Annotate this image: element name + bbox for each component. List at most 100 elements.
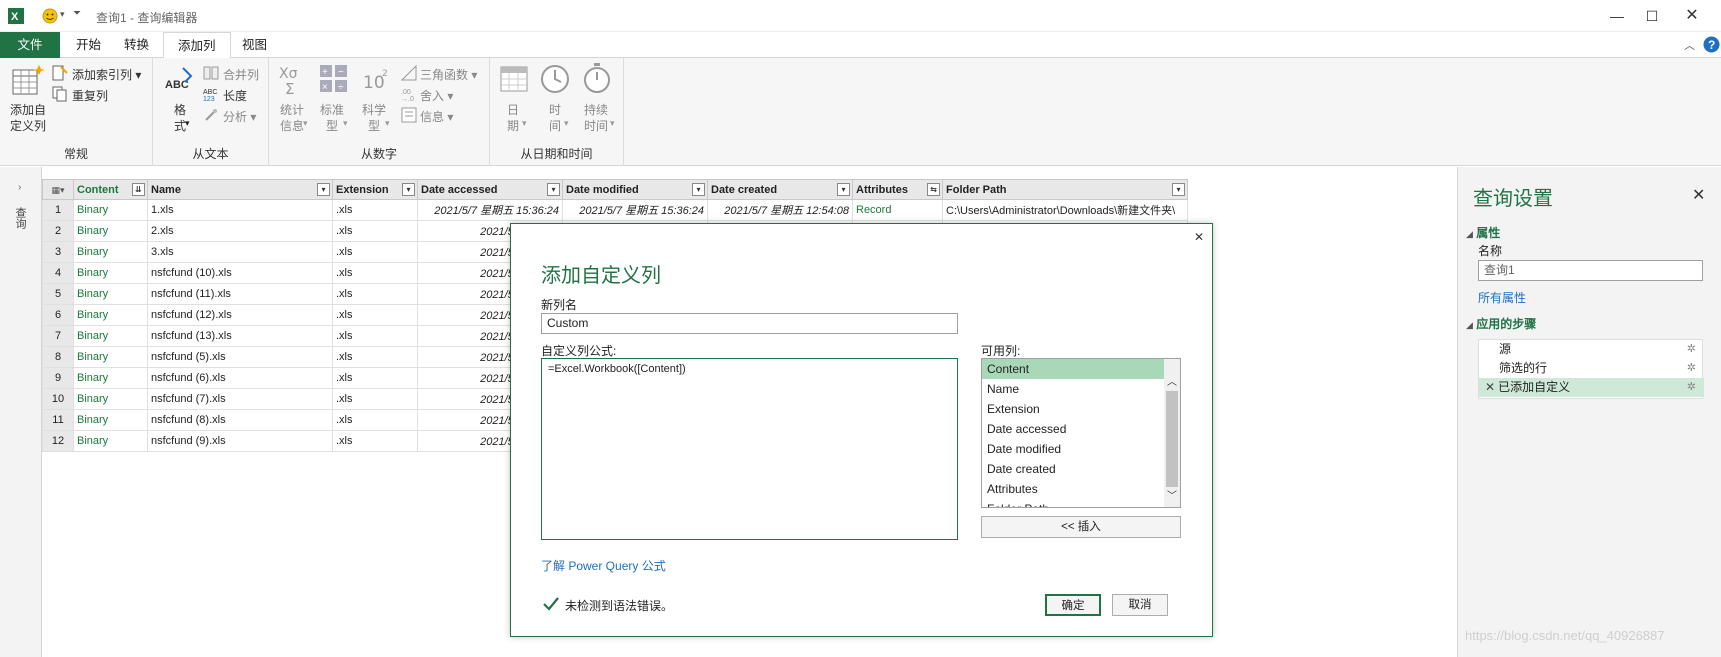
properties-section[interactable]: ◢ 属性 xyxy=(1466,224,1500,241)
cell-content[interactable]: Binary xyxy=(73,388,148,410)
filter-dropdown-icon[interactable]: ▾ xyxy=(692,183,705,196)
cell-name[interactable]: nsfcfund (8).xls xyxy=(147,409,333,431)
cell-extension[interactable]: .xls xyxy=(332,241,418,263)
scroll-thumb[interactable] xyxy=(1166,391,1178,487)
new-column-name-input[interactable]: Custom xyxy=(541,313,958,334)
available-column-item[interactable]: Content xyxy=(982,359,1165,379)
column-header-extension[interactable]: Extension ▾ xyxy=(332,179,418,200)
duplicate-column-button[interactable]: 重复列 xyxy=(72,87,108,104)
cell-content[interactable]: Binary xyxy=(73,304,148,326)
cell-name[interactable]: nsfcfund (12).xls xyxy=(147,304,333,326)
length-button[interactable]: 长度 xyxy=(223,87,247,104)
gear-icon[interactable]: ✲ xyxy=(1687,359,1696,378)
information-button[interactable]: 信息 ▾ xyxy=(420,108,453,125)
cell-extension[interactable]: .xls xyxy=(332,304,418,326)
cell-content[interactable]: Binary xyxy=(73,283,148,305)
available-column-item[interactable]: Folder Path xyxy=(982,499,1165,507)
gear-icon[interactable]: ✲ xyxy=(1687,378,1696,397)
column-header-content[interactable]: Content ⇊ xyxy=(73,179,148,200)
filter-dropdown-icon[interactable]: ▾ xyxy=(837,183,850,196)
expand-record-icon[interactable]: ⇆ xyxy=(927,183,940,196)
filter-dropdown-icon[interactable]: ▾ xyxy=(547,183,560,196)
column-header-attributes[interactable]: Attributes ⇆ xyxy=(852,179,943,200)
cell-content[interactable]: Binary xyxy=(73,262,148,284)
column-header-date-accessed[interactable]: Date accessed ▾ xyxy=(417,179,563,200)
query-name-input[interactable]: 查询1 xyxy=(1478,260,1703,281)
available-columns-list[interactable]: Content Name Extension Date accessed Date mo… xyxy=(981,358,1181,508)
cell-content[interactable]: Binary xyxy=(73,430,148,452)
dialog-close-icon[interactable]: ✕ xyxy=(1194,230,1204,244)
cell-name[interactable]: nsfcfund (13).xls xyxy=(147,325,333,347)
column-header-folder-path[interactable]: Folder Path ▾ xyxy=(942,179,1188,200)
available-column-item[interactable]: Date accessed xyxy=(982,419,1165,439)
expand-binary-icon[interactable]: ⇊ xyxy=(132,183,145,196)
close-window-button[interactable]: ✕ xyxy=(1680,6,1704,26)
available-column-item[interactable]: Date modified xyxy=(982,439,1165,459)
cell-extension[interactable]: .xls xyxy=(332,346,418,368)
merge-columns-button[interactable]: 合并列 xyxy=(223,66,259,83)
cell-extension[interactable]: .xls xyxy=(332,430,418,452)
close-pane-icon[interactable]: ✕ xyxy=(1692,185,1705,205)
step-source[interactable]: 源 ✲ xyxy=(1479,340,1704,359)
row-number[interactable]: 12 xyxy=(42,430,74,452)
cell-extension[interactable]: .xls xyxy=(332,388,418,410)
cell-name[interactable]: nsfcfund (11).xls xyxy=(147,283,333,305)
quick-access-icon[interactable]: ⏷ xyxy=(73,8,81,19)
row-number[interactable]: 2 xyxy=(42,220,74,242)
column-header-name[interactable]: Name ▾ xyxy=(147,179,333,200)
cell-extension[interactable]: .xls xyxy=(332,367,418,389)
row-number[interactable]: 5 xyxy=(42,283,74,305)
cell-date-created[interactable]: 2021/5/7 星期五 12:54:08 xyxy=(707,199,853,221)
cell-extension[interactable]: .xls xyxy=(332,325,418,347)
cell-extension[interactable]: .xls xyxy=(332,199,418,221)
minimize-button[interactable]: — xyxy=(1605,6,1629,26)
row-number[interactable]: 10 xyxy=(42,388,74,410)
gear-icon[interactable]: ✲ xyxy=(1687,340,1696,359)
filter-dropdown-icon[interactable]: ▾ xyxy=(402,183,415,196)
queries-label[interactable]: 查询 xyxy=(14,207,28,229)
cell-content[interactable]: Binary xyxy=(73,325,148,347)
cell-name[interactable]: nsfcfund (7).xls xyxy=(147,388,333,410)
cell-name[interactable]: 3.xls xyxy=(147,241,333,263)
tab-transform[interactable]: 转换 xyxy=(110,32,163,58)
scroll-up-icon[interactable]: ︿ xyxy=(1167,373,1177,388)
cell-date-accessed[interactable]: 2021/5/7 星期五 15:36:24 xyxy=(417,199,563,221)
cell-date-modified[interactable]: 2021/5/7 星期五 15:36:24 xyxy=(562,199,708,221)
expand-queries-icon[interactable]: › xyxy=(18,182,21,193)
row-number[interactable]: 8 xyxy=(42,346,74,368)
available-column-item[interactable]: Date created xyxy=(982,459,1165,479)
cell-extension[interactable]: .xls xyxy=(332,262,418,284)
applied-steps-section[interactable]: ◢ 应用的步骤 xyxy=(1466,315,1536,332)
cell-name[interactable]: nsfcfund (10).xls xyxy=(147,262,333,284)
trigonometry-button[interactable]: 三角函数 ▾ xyxy=(420,66,477,83)
column-header-date-created[interactable]: Date created ▾ xyxy=(707,179,853,200)
formula-editor[interactable]: =Excel.Workbook([Content]) xyxy=(541,358,958,540)
tab-add-column[interactable]: 添加列 xyxy=(163,32,231,59)
index-column-button[interactable]: 添加索引列 ▾ xyxy=(72,66,141,83)
cancel-button[interactable]: 取消 xyxy=(1112,594,1168,616)
smiley-icon[interactable] xyxy=(42,8,58,24)
row-number[interactable]: 4 xyxy=(42,262,74,284)
available-column-item[interactable]: Extension xyxy=(982,399,1165,419)
cell-folder-path[interactable]: C:\Users\Administrator\Downloads\新建文件夹\ xyxy=(942,199,1188,221)
row-number[interactable]: 3 xyxy=(42,241,74,263)
tab-home[interactable]: 开始 xyxy=(62,32,115,58)
all-properties-link[interactable]: 所有属性 xyxy=(1478,289,1526,306)
column-header-date-modified[interactable]: Date modified ▾ xyxy=(562,179,708,200)
cell-name[interactable]: 2.xls xyxy=(147,220,333,242)
custom-column-button[interactable]: 添加自 定义列 xyxy=(4,102,52,134)
insert-button[interactable]: << 插入 xyxy=(981,516,1181,538)
delete-step-icon[interactable]: ✕ xyxy=(1485,380,1495,394)
row-number[interactable]: 1 xyxy=(42,199,74,221)
rounding-button[interactable]: 舍入 ▾ xyxy=(420,87,453,104)
ok-button[interactable]: 确定 xyxy=(1045,594,1101,616)
maximize-button[interactable]: ☐ xyxy=(1640,6,1664,26)
help-icon[interactable]: ? xyxy=(1703,36,1720,53)
cell-name[interactable]: 1.xls xyxy=(147,199,333,221)
cell-content[interactable]: Binary xyxy=(73,346,148,368)
table-menu-button[interactable]: ▦▾ xyxy=(42,179,74,200)
learn-formula-link[interactable]: 了解 Power Query 公式 xyxy=(541,557,666,574)
cell-content[interactable]: Binary xyxy=(73,241,148,263)
cell-name[interactable]: nsfcfund (6).xls xyxy=(147,367,333,389)
collapse-ribbon-icon[interactable]: ︿ xyxy=(1684,37,1695,53)
